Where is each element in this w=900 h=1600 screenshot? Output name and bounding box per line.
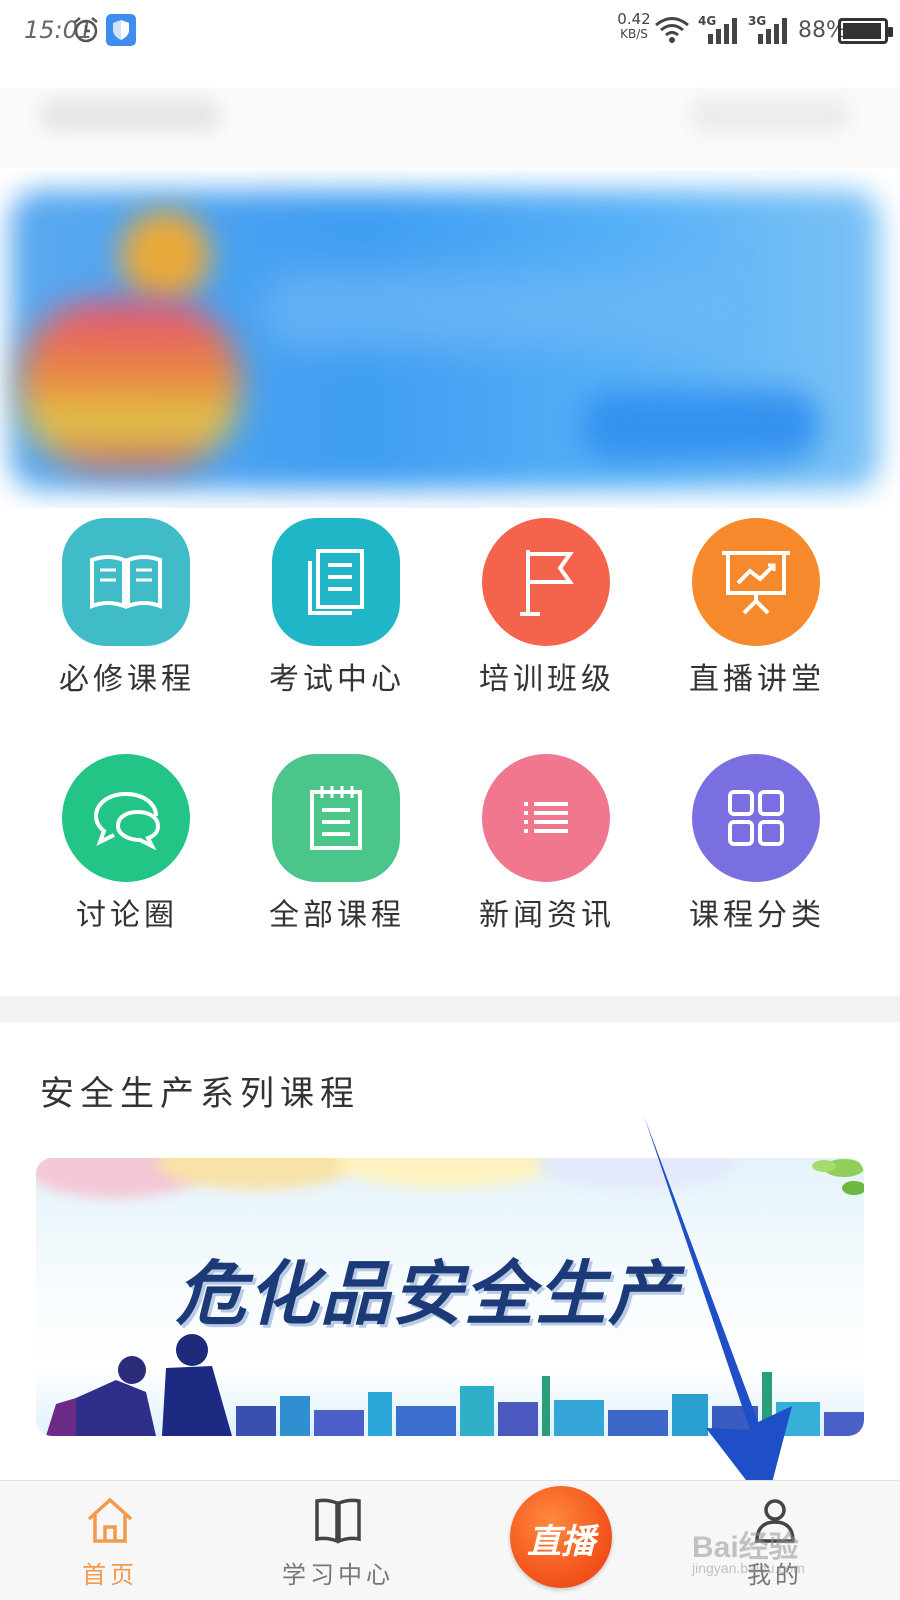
document-icon bbox=[272, 518, 400, 646]
nav-home[interactable]: 首页 bbox=[30, 1481, 190, 1600]
menu-all-courses[interactable]: 全部课程 bbox=[237, 744, 437, 954]
section-title: 安全生产系列课程 bbox=[40, 1074, 360, 1114]
live-button-label: 直播 bbox=[527, 1522, 595, 1562]
signal-3g-icon bbox=[758, 18, 787, 44]
menu-required-courses[interactable]: 必修课程 bbox=[27, 508, 227, 718]
menu-discussion[interactable]: 讨论圈 bbox=[27, 744, 227, 954]
location-selector[interactable] bbox=[40, 98, 220, 132]
leaves-decoration bbox=[812, 1159, 864, 1195]
home-icon bbox=[87, 1497, 133, 1543]
flag-icon bbox=[482, 518, 610, 646]
alarm-clock-icon bbox=[74, 17, 98, 43]
status-bar: 15:01 0.42 KB/S 4G 3G 88% bbox=[0, 0, 900, 64]
chat-bubbles-icon bbox=[62, 754, 190, 882]
nav-study-center[interactable]: 学习中心 bbox=[258, 1481, 418, 1600]
section-divider bbox=[0, 996, 900, 1022]
menu-news[interactable]: 新闻资讯 bbox=[447, 744, 647, 954]
nav-home-label: 首页 bbox=[82, 1561, 138, 1589]
book-icon bbox=[62, 518, 190, 646]
menu-live-lecture[interactable]: 直播讲堂 bbox=[657, 508, 857, 718]
live-button[interactable]: 直播 bbox=[510, 1486, 612, 1588]
wifi-icon bbox=[655, 17, 689, 43]
calendar-list-icon bbox=[272, 754, 400, 882]
open-book-icon bbox=[315, 1498, 361, 1544]
search-entry[interactable] bbox=[690, 98, 850, 132]
feature-menu: 必修课程 考试中心 培训班级 直播讲堂 讨论圈 全部课程 新闻资讯 课程分类 bbox=[0, 508, 900, 988]
city-skyline bbox=[236, 1372, 864, 1436]
menu-label: 考试中心 bbox=[269, 662, 405, 697]
menu-label: 课程分类 bbox=[689, 898, 825, 933]
workers-silhouette bbox=[46, 1334, 232, 1436]
menu-course-category[interactable]: 课程分类 bbox=[657, 744, 857, 954]
list-icon bbox=[482, 754, 610, 882]
menu-exam-center[interactable]: 考试中心 bbox=[237, 508, 437, 718]
promo-banner[interactable] bbox=[0, 170, 900, 508]
presentation-icon bbox=[692, 518, 820, 646]
menu-label: 全部课程 bbox=[269, 898, 405, 933]
security-shield-icon bbox=[106, 14, 136, 46]
network-speed: 0.42 KB/S bbox=[617, 10, 651, 42]
grid-icon bbox=[692, 754, 820, 882]
menu-training-class[interactable]: 培训班级 bbox=[447, 508, 647, 718]
menu-label: 直播讲堂 bbox=[689, 662, 825, 697]
watermark-url: jingyan.baidu.com bbox=[692, 1560, 805, 1576]
nav-study-label: 学习中心 bbox=[282, 1561, 394, 1589]
menu-label: 新闻资讯 bbox=[479, 898, 615, 933]
menu-label: 讨论圈 bbox=[76, 898, 178, 933]
course-banner[interactable]: 危化品安全生产 bbox=[36, 1158, 864, 1436]
menu-label: 必修课程 bbox=[59, 662, 195, 697]
menu-label: 培训班级 bbox=[479, 662, 615, 697]
battery-icon bbox=[838, 18, 893, 44]
signal-4g-icon bbox=[708, 18, 737, 44]
